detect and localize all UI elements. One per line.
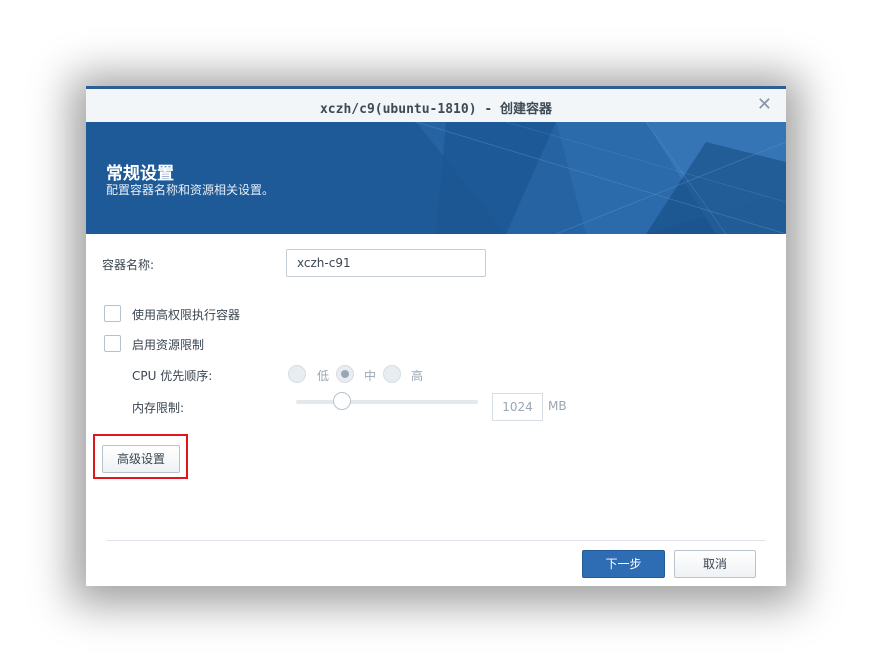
cancel-button[interactable]: 取消	[674, 550, 756, 578]
cpu-medium-label: 中	[364, 369, 377, 383]
banner-pattern	[415, 122, 786, 234]
container-name-input[interactable]: xczh-c91	[286, 249, 486, 277]
next-button[interactable]: 下一步	[582, 550, 665, 578]
header-banner: 常规设置 配置容器名称和资源相关设置。	[86, 122, 786, 234]
memory-limit-label: 内存限制:	[132, 401, 185, 415]
container-name-label: 容器名称:	[102, 258, 155, 272]
privileged-checkbox[interactable]	[104, 305, 121, 322]
window-title: xczh/c9(ubuntu-1810) - 创建容器	[319, 102, 552, 117]
cpu-medium-radio[interactable]	[336, 365, 354, 383]
footer-divider	[106, 540, 766, 541]
memory-value-field[interactable]: 1024	[492, 393, 543, 421]
memory-slider-track[interactable]	[296, 400, 478, 404]
cpu-low-radio[interactable]	[288, 365, 306, 383]
cpu-high-label: 高	[411, 369, 424, 383]
close-icon[interactable]: ✕	[757, 95, 772, 115]
memory-slider-thumb[interactable]	[333, 392, 351, 410]
create-container-dialog: xczh/c9(ubuntu-1810) - 创建容器 ✕ 常规设置 配置容器名…	[86, 86, 786, 586]
section-subtitle: 配置容器名称和资源相关设置。	[106, 183, 275, 197]
resource-limit-checkbox[interactable]	[104, 335, 121, 352]
memory-unit-label: MB	[548, 399, 567, 413]
cpu-priority-label: CPU 优先顺序:	[132, 369, 213, 383]
cpu-high-radio[interactable]	[383, 365, 401, 383]
title-bar: xczh/c9(ubuntu-1810) - 创建容器 ✕	[86, 86, 786, 122]
resource-limit-label: 启用资源限制	[132, 338, 205, 352]
cpu-low-label: 低	[317, 369, 330, 383]
privileged-label: 使用高权限执行容器	[132, 308, 241, 322]
highlight-box	[93, 434, 188, 479]
